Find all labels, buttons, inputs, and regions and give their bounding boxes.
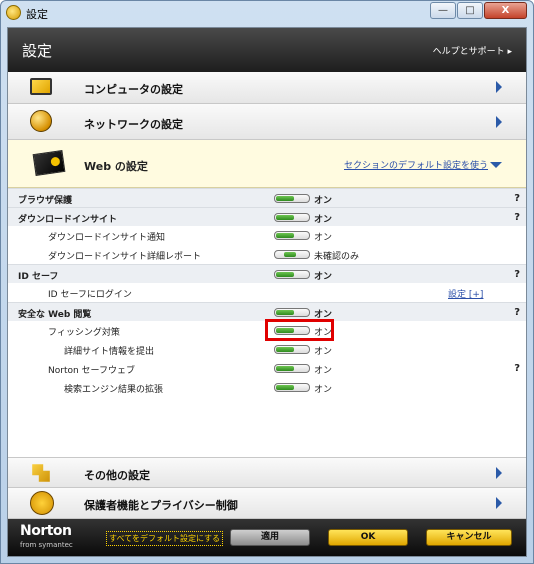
setting-download-insight-report: ダウンロードインサイト詳細レポート 未確認のみ	[8, 245, 526, 264]
setting-id-safe: ID セーフ オン ?	[8, 264, 526, 283]
setting-label: ダウンロードインサイト通知	[48, 233, 166, 243]
client-area: 設定 ヘルプとサポート ▸ コンピュータの設定 ネットワークの設定 Web の設…	[7, 27, 527, 557]
setting-download-insight-notify: ダウンロードインサイト通知 オン	[8, 226, 526, 245]
help-support-link[interactable]: ヘルプとサポート ▸	[433, 44, 512, 57]
norton-logo-sub: from symantec	[20, 541, 73, 549]
settings-header: 設定 ヘルプとサポート ▸	[8, 28, 526, 72]
setting-download-insight: ダウンロードインサイト オン ?	[8, 207, 526, 226]
setting-label: ID セーフ	[18, 272, 59, 282]
toggle-switch[interactable]	[274, 364, 310, 373]
chevron-right-icon	[496, 116, 502, 128]
category-other-label: その他の設定	[84, 469, 150, 482]
toggle-switch[interactable]	[274, 270, 310, 279]
setting-label: 安全な Web 閲覧	[18, 310, 92, 320]
help-icon[interactable]: ?	[514, 307, 520, 318]
title-bar[interactable]: 設定 — □ X	[1, 1, 533, 25]
apply-button[interactable]: 適用	[230, 529, 310, 546]
category-network[interactable]: ネットワークの設定	[8, 104, 526, 140]
category-web-label: Web の設定	[84, 160, 148, 173]
chevron-down-icon[interactable]	[490, 162, 502, 168]
help-icon[interactable]: ?	[514, 212, 520, 223]
category-other[interactable]: その他の設定	[8, 457, 526, 488]
maximize-button[interactable]: □	[457, 2, 483, 19]
help-icon[interactable]: ?	[514, 269, 520, 280]
category-computer[interactable]: コンピュータの設定	[8, 72, 526, 104]
help-icon[interactable]: ?	[514, 363, 520, 374]
toggle-switch[interactable]	[274, 383, 310, 392]
norton-app-icon	[6, 5, 21, 20]
setting-value: オン	[314, 272, 333, 282]
toggle-switch[interactable]	[274, 250, 310, 259]
settings-window: 設定 — □ X 設定 ヘルプとサポート ▸ コンピュータの設定 ネットワークの…	[0, 0, 534, 564]
setting-label: ダウンロードインサイト	[18, 215, 118, 225]
setting-label: ID セーフにログイン	[48, 290, 132, 300]
setting-anti-phishing: フィッシング対策 オン	[8, 319, 526, 341]
category-parental-label: 保護者機能とプライバシー制御	[84, 499, 238, 512]
setting-label: Norton セーフウェブ	[48, 366, 135, 376]
setting-value: オン	[314, 215, 333, 225]
page-title: 設定	[22, 42, 53, 60]
ok-button[interactable]: OK	[328, 529, 408, 546]
setting-value: オン	[314, 347, 333, 357]
cancel-button[interactable]: キャンセル	[426, 529, 512, 546]
restore-all-defaults-link[interactable]: すべてをデフォルト設定にする	[106, 531, 224, 546]
monitor-icon	[30, 78, 52, 95]
globe-icon	[30, 110, 52, 132]
setting-value: オン	[314, 196, 333, 206]
setting-id-safe-login: ID セーフにログイン 設定 [+]	[8, 283, 526, 302]
chevron-right-icon	[496, 467, 502, 479]
setting-label: ダウンロードインサイト詳細レポート	[48, 252, 202, 262]
category-computer-label: コンピュータの設定	[84, 83, 183, 96]
setting-value: オン	[314, 366, 333, 376]
setting-norton-safe-web: Norton セーフウェブ オン ?	[8, 359, 526, 378]
toggle-switch[interactable]	[274, 345, 310, 354]
card-icon	[32, 150, 66, 176]
setting-label: フィッシング対策	[48, 328, 120, 338]
close-button[interactable]: X	[484, 2, 527, 19]
setting-label: 詳細サイト情報を提出	[64, 347, 155, 357]
category-web[interactable]: Web の設定 セクションのデフォルト設定を使う	[8, 140, 526, 188]
setting-label: ブラウザ保護	[18, 196, 73, 206]
setting-value: オン	[314, 233, 333, 243]
footer-bar: Norton from symantec すべてをデフォルト設定にする 適用 O…	[8, 519, 526, 556]
toggle-switch[interactable]	[274, 231, 310, 240]
chevron-right-icon	[496, 497, 502, 509]
help-icon[interactable]: ?	[514, 193, 520, 204]
norton-logo: Norton	[20, 523, 72, 539]
toggle-switch[interactable]	[274, 308, 310, 317]
setting-label: 検索エンジン結果の拡張	[64, 385, 164, 395]
family-icon	[30, 491, 54, 515]
setting-submit-site-info: 詳細サイト情報を提出 オン	[8, 340, 526, 359]
highlight-box	[265, 319, 334, 341]
category-network-label: ネットワークの設定	[84, 118, 183, 131]
tool-icon	[32, 464, 50, 482]
window-title: 設定	[26, 8, 48, 21]
window-controls: — □ X	[429, 2, 527, 19]
toggle-switch[interactable]	[274, 194, 310, 203]
setting-search-enhance: 検索エンジン結果の拡張 オン	[8, 378, 526, 397]
section-defaults-link[interactable]: セクションのデフォルト設定を使う	[344, 158, 488, 171]
category-parental[interactable]: 保護者機能とプライバシー制御	[8, 488, 526, 519]
setting-browser-protection: ブラウザ保護 オン ?	[8, 188, 526, 207]
setting-value: オン	[314, 385, 333, 395]
minimize-button[interactable]: —	[430, 2, 456, 19]
chevron-right-icon	[496, 81, 502, 93]
configure-link[interactable]: 設定 [+]	[448, 287, 483, 300]
toggle-switch[interactable]	[274, 213, 310, 222]
setting-value: 未確認のみ	[314, 252, 360, 262]
